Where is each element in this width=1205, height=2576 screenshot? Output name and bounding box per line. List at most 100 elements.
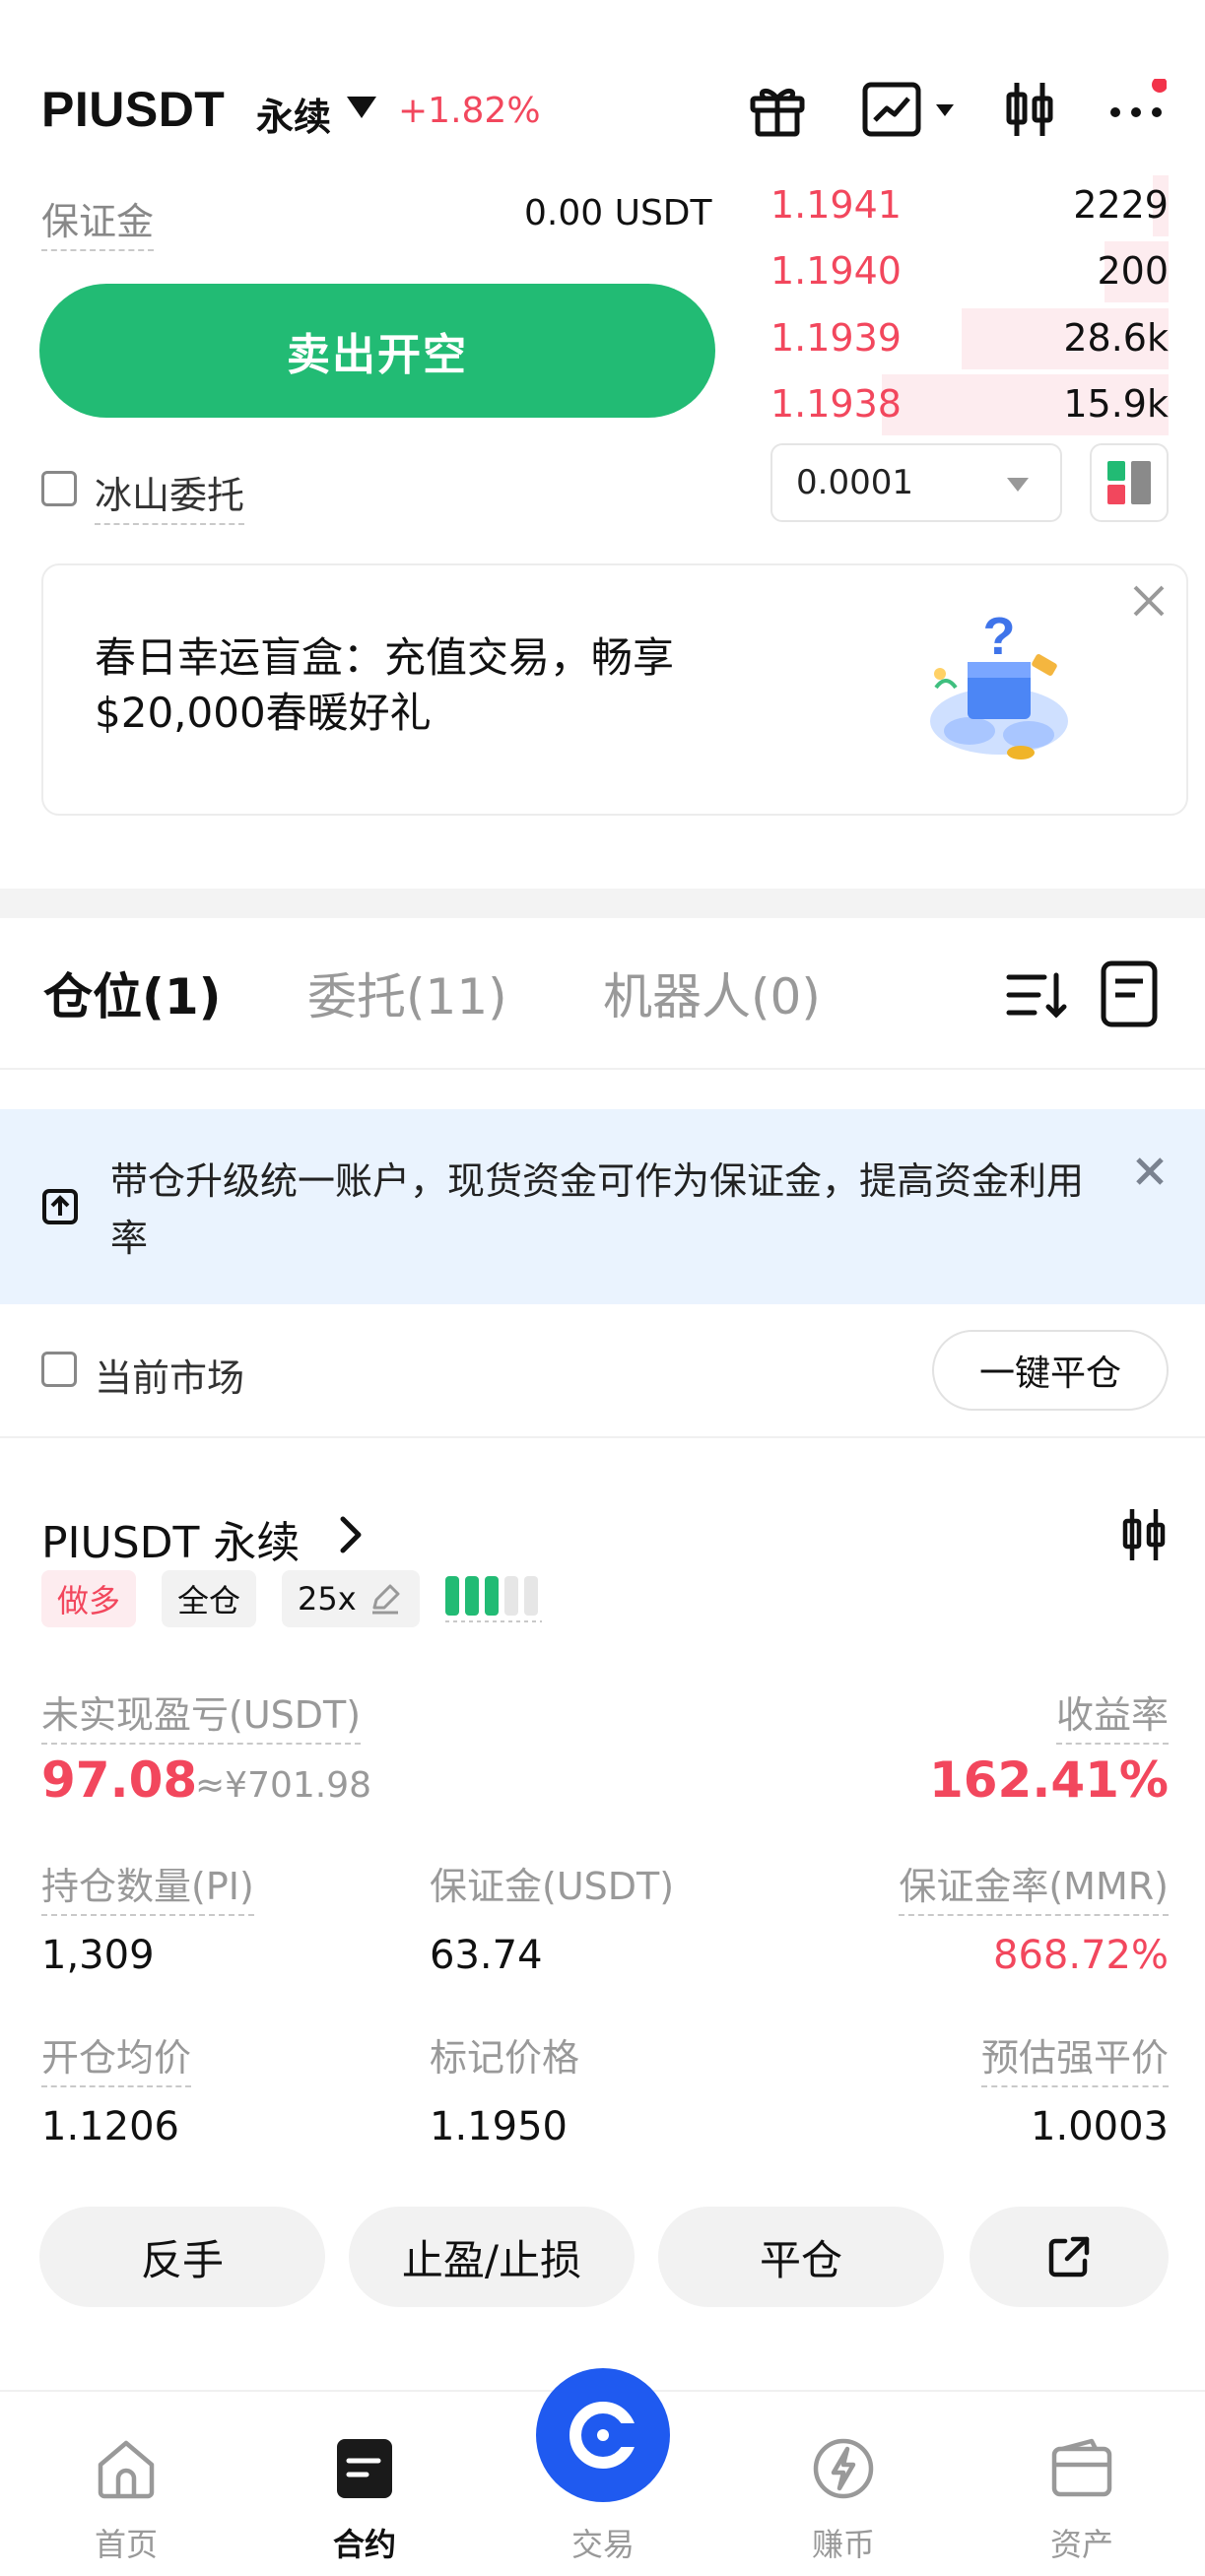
wallet-icon xyxy=(1051,2438,1112,2497)
margin-value: 0.00 USDT xyxy=(524,193,712,233)
promo-banner[interactable]: 春日幸运盲盒：充值交易，畅享$20,000春暖好礼 ? xyxy=(41,563,1188,816)
leverage-tag[interactable]: 25x xyxy=(282,1570,420,1627)
filter-divider xyxy=(0,1436,1205,1438)
upgrade-banner[interactable]: 带仓升级统一账户，现货资金可作为保证金，提高资金利用率 xyxy=(0,1109,1205,1304)
nav-trade-label: 交易 xyxy=(570,2526,635,2563)
symbol-title[interactable]: PIUSDT xyxy=(41,81,225,138)
contracts-icon xyxy=(337,2439,392,2498)
nav-home-label: 首页 xyxy=(94,2526,158,2563)
more-icon[interactable] xyxy=(1104,77,1169,142)
tab-positions[interactable]: 仓位(1) xyxy=(43,958,222,1028)
nav-assets-label: 资产 xyxy=(1049,2526,1113,2563)
margin-label[interactable]: 保证金 xyxy=(41,191,155,251)
mmr-label[interactable]: 保证金率(MMR) xyxy=(899,1856,1169,1916)
orderbook-layout-button[interactable] xyxy=(1090,443,1169,522)
risk-bar xyxy=(485,1576,499,1616)
risk-bar xyxy=(524,1576,538,1616)
precision-value: 0.0001 xyxy=(796,463,913,502)
ask-price: 1.1941 xyxy=(770,183,902,227)
position-symbol[interactable]: PIUSDT 永续 xyxy=(41,1507,300,1570)
mark-price-label: 标记价格 xyxy=(430,2036,580,2080)
upgrade-text: 带仓升级统一账户，现货资金可作为保证金，提高资金利用率 xyxy=(110,1159,1085,1260)
edit-icon xyxy=(371,1584,400,1615)
nav-contracts-label: 合约 xyxy=(332,2526,396,2563)
share-icon xyxy=(1048,2236,1090,2278)
liq-price-value: 1.0003 xyxy=(1031,2104,1169,2149)
ask-price: 1.1939 xyxy=(770,316,902,360)
risk-bar xyxy=(504,1576,518,1616)
close-icon[interactable] xyxy=(1127,579,1171,623)
symbol-dropdown-icon[interactable] xyxy=(347,97,376,118)
tabs-divider xyxy=(0,1068,1205,1070)
candlestick-icon[interactable] xyxy=(1117,1507,1171,1562)
unrealized-pnl-cny: ≈¥701.98 xyxy=(195,1765,372,1806)
sort-icon[interactable] xyxy=(1005,963,1068,1026)
blind-box-illustration: ? xyxy=(930,607,1068,760)
size-label[interactable]: 持仓数量(PI) xyxy=(41,1856,254,1916)
unrealized-pnl-label[interactable]: 未实现盈亏(USDT) xyxy=(41,1684,362,1745)
history-icon[interactable] xyxy=(1098,959,1161,1028)
ask-price: 1.1940 xyxy=(770,249,902,293)
leverage-value: 25x xyxy=(298,1580,357,1618)
current-market-checkbox[interactable] xyxy=(41,1352,77,1387)
chart-dropdown-icon[interactable] xyxy=(936,104,954,116)
tpsl-button[interactable]: 止盈/止损 xyxy=(349,2207,635,2307)
tab-orders[interactable]: 委托(11) xyxy=(307,958,507,1028)
precision-select[interactable]: 0.0001 xyxy=(770,443,1062,522)
upgrade-icon xyxy=(42,1189,78,1224)
position-margin-value: 63.74 xyxy=(430,1933,543,1978)
current-market-label[interactable]: 当前市场 xyxy=(95,1348,244,1402)
trade-fab-button[interactable] xyxy=(536,2368,670,2502)
nav-home[interactable]: 首页 xyxy=(47,2392,205,2576)
liq-price-label[interactable]: 预估强平价 xyxy=(980,2027,1169,2087)
nav-earn-label: 赚币 xyxy=(811,2526,875,2563)
share-button[interactable] xyxy=(970,2207,1169,2307)
candlestick-icon[interactable] xyxy=(997,77,1062,142)
orderbook-ask-row[interactable]: 1.1941 2229 xyxy=(770,175,1169,236)
orderbook-ask-row[interactable]: 1.1939 28.6k xyxy=(770,308,1169,369)
sell-open-short-button[interactable]: 卖出开空 xyxy=(39,284,715,418)
contract-type[interactable]: 永续 xyxy=(256,87,331,141)
nav-earn[interactable]: 赚币 xyxy=(765,2392,922,2576)
side-tag: 做多 xyxy=(41,1570,136,1627)
size-value: 1,309 xyxy=(41,1933,155,1978)
orderbook-layout-icon xyxy=(1107,461,1151,504)
price-change-pct: +1.82% xyxy=(398,91,541,131)
gift-icon[interactable] xyxy=(745,77,810,142)
unrealized-pnl-value: 97.08 xyxy=(41,1751,198,1809)
entry-price-label[interactable]: 开仓均价 xyxy=(41,2027,192,2087)
chevron-right-icon[interactable] xyxy=(333,1513,368,1556)
close-all-button[interactable]: 一键平仓 xyxy=(932,1330,1169,1411)
entry-price-value: 1.1206 xyxy=(41,2104,179,2149)
iceberg-checkbox[interactable] xyxy=(41,471,77,506)
earn-icon xyxy=(813,2438,874,2499)
section-separator xyxy=(0,889,1205,918)
roi-value: 162.41% xyxy=(928,1751,1169,1809)
iceberg-label[interactable]: 冰山委托 xyxy=(95,465,245,525)
ask-qty: 15.9k xyxy=(1063,382,1169,426)
promo-text: 春日幸运盲盒：充值交易，畅享$20,000春暖好礼 xyxy=(95,633,675,737)
ask-qty: 28.6k xyxy=(1063,316,1169,360)
roi-label[interactable]: 收益率 xyxy=(1055,1684,1169,1745)
ask-price: 1.1938 xyxy=(770,382,902,426)
trade-icon xyxy=(569,2402,636,2469)
chart-icon[interactable] xyxy=(859,77,924,142)
close-position-button[interactable]: 平仓 xyxy=(658,2207,944,2307)
nav-assets[interactable]: 资产 xyxy=(1003,2392,1161,2576)
svg-text:?: ? xyxy=(983,607,1016,666)
precision-dropdown-icon xyxy=(1007,478,1029,492)
orderbook-ask-row[interactable]: 1.1938 15.9k xyxy=(770,374,1169,435)
tab-bots[interactable]: 机器人(0) xyxy=(603,958,821,1028)
margin-mode-tag[interactable]: 全仓 xyxy=(162,1570,256,1627)
home-icon xyxy=(98,2440,155,2499)
ask-qty: 2229 xyxy=(1073,183,1169,227)
ask-qty: 200 xyxy=(1097,249,1169,293)
risk-level-indicator xyxy=(443,1572,546,1623)
close-icon[interactable] xyxy=(1133,1155,1167,1188)
reverse-button[interactable]: 反手 xyxy=(39,2207,325,2307)
position-margin-label: 保证金(USDT) xyxy=(430,1865,675,1908)
risk-bar xyxy=(445,1576,459,1616)
risk-bar xyxy=(465,1576,479,1616)
nav-contracts[interactable]: 合约 xyxy=(286,2392,443,2576)
orderbook-ask-row[interactable]: 1.1940 200 xyxy=(770,241,1169,302)
